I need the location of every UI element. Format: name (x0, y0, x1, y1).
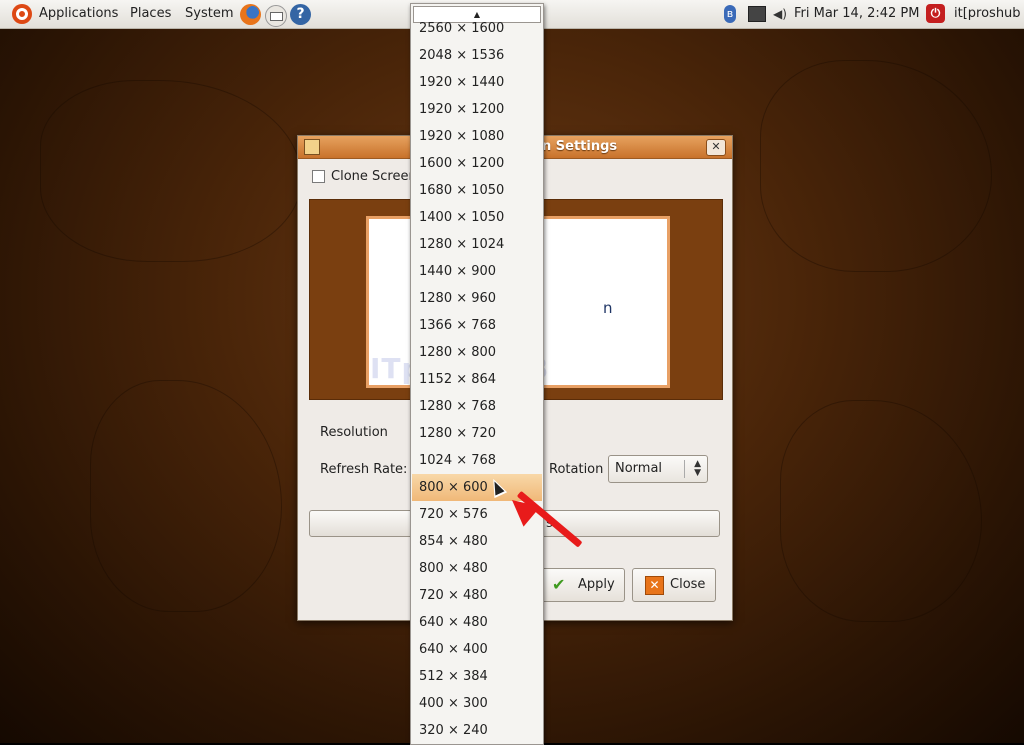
user-name[interactable]: it[proshub (954, 0, 1021, 28)
texture-crack (780, 400, 982, 622)
resolution-option[interactable]: 2048 × 1536 (412, 42, 542, 69)
resolution-option[interactable]: 1680 × 1050 (412, 177, 542, 204)
help-icon[interactable]: ? (290, 4, 311, 25)
resolution-option[interactable]: 1280 × 720 (412, 420, 542, 447)
firefox-icon[interactable] (240, 4, 261, 25)
resolution-option[interactable]: 800 × 480 (412, 555, 542, 582)
rotation-select[interactable]: Normal ▲ ▼ (608, 455, 708, 483)
resolution-option[interactable]: 1440 × 900 (412, 258, 542, 285)
checkmark-icon: ✔ (552, 575, 566, 594)
clone-screen-checkbox[interactable] (312, 170, 325, 183)
apply-label: Apply (578, 577, 615, 592)
menu-system[interactable]: System (185, 0, 233, 28)
resolution-option[interactable]: 400 × 300 (412, 690, 542, 717)
resolution-option[interactable]: 640 × 400 (412, 636, 542, 663)
close-button[interactable]: ✕ Close (632, 568, 716, 602)
bluetooth-icon[interactable]: ʙ (724, 5, 736, 23)
apply-button[interactable]: ✔ Apply (541, 568, 625, 602)
resolution-option[interactable]: 1280 × 1024 (412, 231, 542, 258)
close-window-button[interactable]: ✕ (706, 139, 726, 156)
resolution-option[interactable]: 1280 × 960 (412, 285, 542, 312)
resolution-option[interactable]: 1024 × 768 (412, 447, 542, 474)
combo-separator (684, 460, 685, 478)
up-down-arrow-icon: ▲ ▼ (694, 459, 701, 478)
resolution-option[interactable]: 2560 × 1600 (412, 15, 542, 42)
clone-screen-option[interactable]: Clone Screen (312, 169, 417, 184)
ubuntu-logo-icon[interactable] (12, 4, 32, 24)
menu-applications[interactable]: Applications (39, 0, 118, 28)
resolution-option[interactable]: 1152 × 864 (412, 366, 542, 393)
close-icon: ✕ (645, 576, 664, 595)
resolution-option[interactable]: 320 × 240 (412, 717, 542, 744)
resolution-option[interactable]: 1920 × 1440 (412, 69, 542, 96)
refresh-rate-label: Refresh Rate: (320, 462, 408, 477)
clone-screen-label: Clone Screen (331, 169, 417, 184)
resolution-option[interactable]: 640 × 480 (412, 609, 542, 636)
mail-icon[interactable] (265, 5, 287, 27)
resolution-option[interactable]: 1400 × 1050 (412, 204, 542, 231)
menu-places[interactable]: Places (130, 0, 171, 28)
texture-crack (90, 380, 282, 612)
texture-crack (40, 80, 302, 262)
resolution-option[interactable]: 1920 × 1200 (412, 96, 542, 123)
close-label: Close (670, 577, 706, 592)
resolution-option[interactable]: 720 × 480 (412, 582, 542, 609)
rotation-label: Rotation (549, 462, 604, 477)
resolution-dropdown-list[interactable]: ▲ 2560 × 1600 2048 × 1536 1920 × 1440 1920 … (410, 3, 544, 745)
resolution-option[interactable]: 854 × 480 (412, 528, 542, 555)
texture-crack (760, 60, 992, 272)
dialog-title: n Settings (542, 139, 618, 154)
power-icon[interactable]: ⏻ (926, 4, 945, 23)
monitor-label: n (603, 299, 613, 317)
volume-icon[interactable]: ◀) (773, 7, 789, 21)
resolution-label: Resolution (320, 425, 388, 440)
clock[interactable]: Fri Mar 14, 2:42 PM (794, 0, 919, 28)
resolution-option[interactable]: 512 × 384 (412, 663, 542, 690)
resolution-option[interactable]: 1600 × 1200 (412, 150, 542, 177)
resolution-option[interactable]: 1280 × 768 (412, 393, 542, 420)
network-icon[interactable] (748, 6, 766, 22)
resolution-option[interactable]: 1920 × 1080 (412, 123, 542, 150)
resolution-option[interactable]: 1366 × 768 (412, 312, 542, 339)
display-settings-icon (304, 139, 320, 155)
resolution-option[interactable]: 1280 × 800 (412, 339, 542, 366)
rotation-value: Normal (615, 461, 663, 476)
